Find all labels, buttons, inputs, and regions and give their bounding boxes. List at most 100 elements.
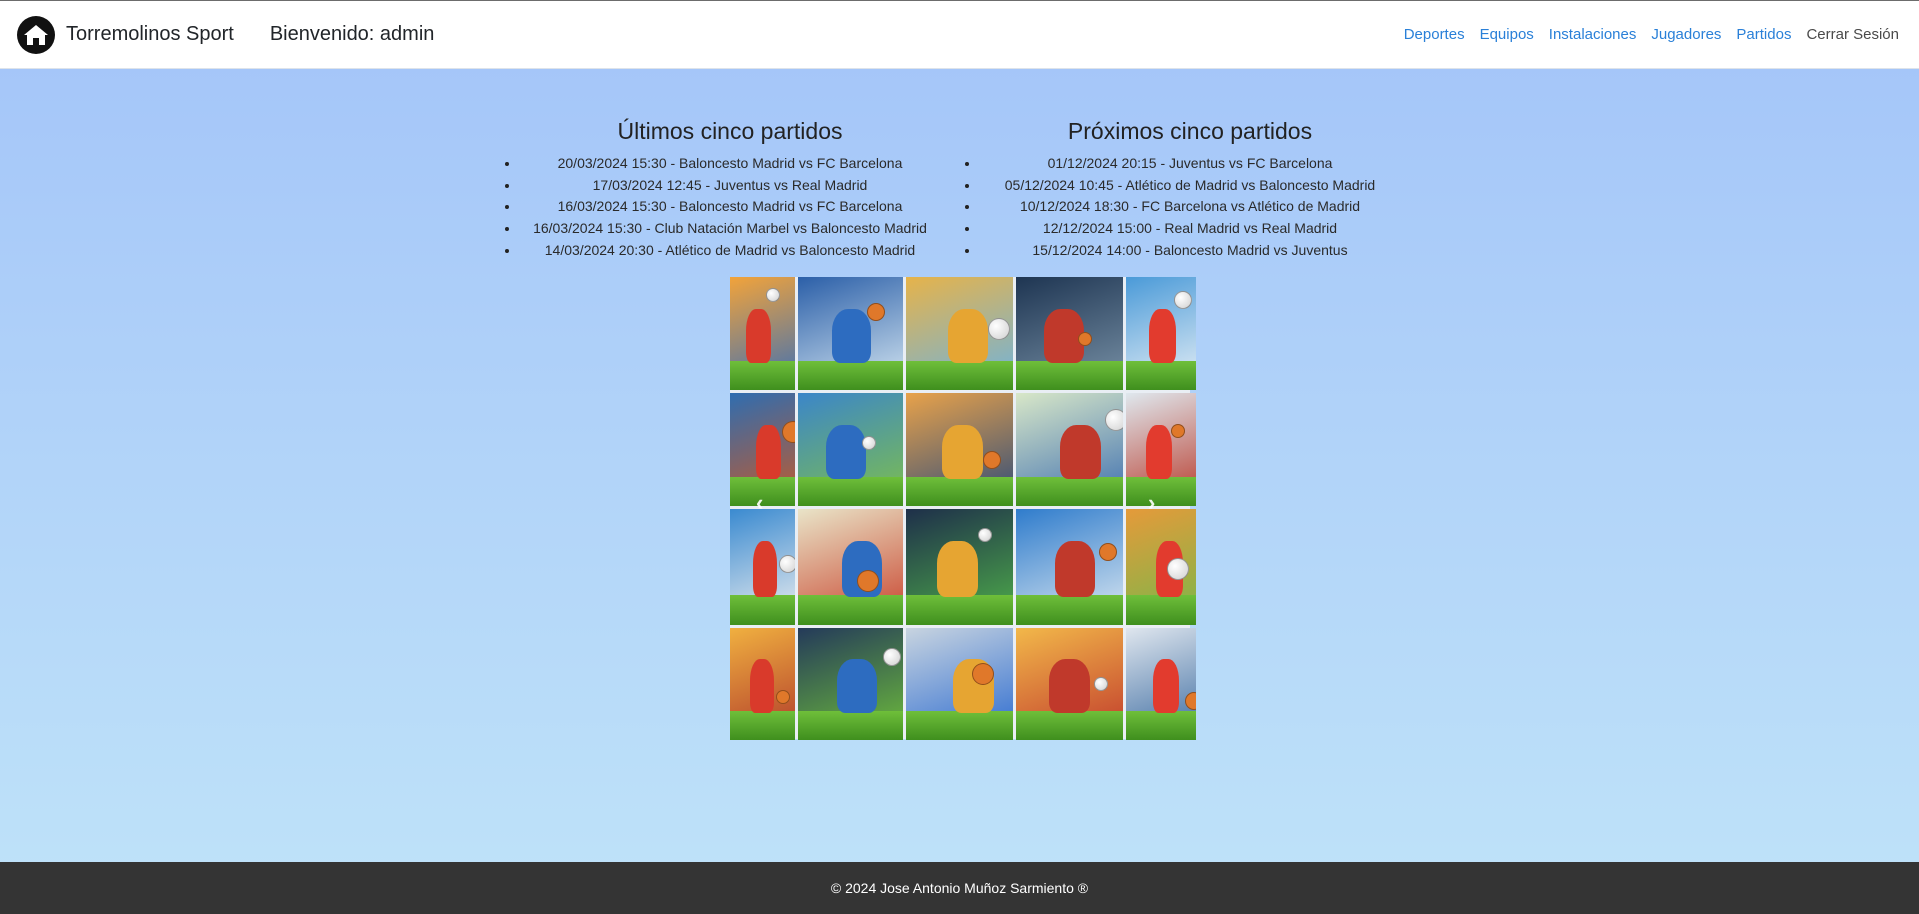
chevron-left-icon[interactable]: ‹ bbox=[756, 490, 763, 516]
ball-icon bbox=[1174, 290, 1193, 309]
carousel-tile bbox=[798, 277, 903, 390]
last-matches-list: 20/03/2024 15:30 - Baloncesto Madrid vs … bbox=[520, 153, 940, 262]
carousel-tile bbox=[1126, 628, 1196, 740]
grass-field bbox=[730, 360, 795, 390]
athlete-figure bbox=[947, 308, 989, 363]
athlete-figure bbox=[1054, 541, 1096, 598]
ball-icon bbox=[765, 288, 780, 303]
logout-link[interactable]: Cerrar Sesión bbox=[1806, 26, 1899, 43]
carousel-tile bbox=[906, 277, 1013, 390]
ball-icon bbox=[778, 555, 795, 574]
athlete-figure bbox=[826, 424, 867, 479]
carousel-tile bbox=[1126, 277, 1196, 390]
athlete-figure bbox=[752, 541, 778, 598]
grass-field bbox=[798, 360, 903, 390]
ball-icon bbox=[977, 527, 992, 542]
grass-field bbox=[1126, 710, 1196, 740]
athlete-figure bbox=[1149, 308, 1176, 363]
athlete-figure bbox=[937, 541, 978, 598]
carousel-tile bbox=[730, 509, 795, 625]
grass-field bbox=[1016, 360, 1123, 390]
grass-field bbox=[1016, 594, 1123, 625]
grass-field bbox=[730, 594, 795, 625]
list-item: 05/12/2024 10:45 - Atlético de Madrid vs… bbox=[980, 175, 1400, 197]
last-matches-title: Últimos cinco partidos bbox=[617, 118, 843, 144]
athlete-figure bbox=[746, 308, 771, 363]
carousel-tile bbox=[1126, 509, 1196, 625]
nav-deportes[interactable]: Deportes bbox=[1404, 26, 1465, 43]
chevron-right-icon[interactable]: › bbox=[1148, 490, 1155, 516]
carousel-tile bbox=[906, 393, 1013, 506]
carousel-tile bbox=[1016, 509, 1123, 625]
list-item: 01/12/2024 20:15 - Juventus vs FC Barcel… bbox=[980, 153, 1400, 175]
carousel-tile bbox=[1016, 393, 1123, 506]
grass-field bbox=[906, 476, 1013, 506]
ball-icon bbox=[782, 421, 795, 444]
grass-field bbox=[1126, 594, 1196, 625]
athlete-figure bbox=[756, 424, 781, 479]
list-item: 17/03/2024 12:45 - Juventus vs Real Madr… bbox=[520, 175, 940, 197]
carousel-tile bbox=[906, 509, 1013, 625]
next-matches-title: Próximos cinco partidos bbox=[1067, 118, 1313, 144]
top-navbar: Torremolinos Sport Bienvenido: admin Dep… bbox=[0, 0, 1919, 69]
carousel-tile bbox=[1016, 277, 1123, 390]
grass-field bbox=[1126, 360, 1196, 390]
carousel-tile bbox=[1126, 393, 1196, 506]
carousel-tile bbox=[798, 393, 903, 506]
list-item: 16/03/2024 15:30 - Club Natación Marbel … bbox=[520, 218, 940, 240]
list-item: 10/12/2024 18:30 - FC Barcelona vs Atlét… bbox=[980, 196, 1400, 218]
list-item: 16/03/2024 15:30 - Baloncesto Madrid vs … bbox=[520, 196, 940, 218]
nav-equipos[interactable]: Equipos bbox=[1480, 26, 1534, 43]
last-matches: Últimos cinco partidos 20/03/2024 15:30 … bbox=[520, 118, 940, 262]
ball-icon bbox=[862, 435, 877, 450]
athlete-figure bbox=[836, 659, 877, 714]
house-icon[interactable] bbox=[17, 15, 55, 54]
grass-field bbox=[730, 710, 795, 740]
grass-field bbox=[906, 594, 1013, 625]
carousel-tile bbox=[906, 628, 1013, 740]
carousel-tile bbox=[730, 277, 795, 390]
grass-field bbox=[798, 594, 903, 625]
grass-field bbox=[1016, 476, 1123, 506]
grass-field bbox=[1126, 476, 1196, 506]
ball-icon bbox=[1078, 332, 1093, 347]
footer-copyright: © 2024 Jose Antonio Muñoz Sarmiento ® bbox=[830, 880, 1089, 896]
welcome-message: Bienvenido: admin bbox=[269, 23, 435, 45]
nav-menu: Deportes Equipos Instalaciones Jugadores… bbox=[1389, 1, 1899, 68]
carousel-tile bbox=[798, 509, 903, 625]
brand-name[interactable]: Torremolinos Sport bbox=[66, 23, 234, 46]
ball-icon bbox=[1104, 408, 1123, 431]
carousel-tile bbox=[798, 628, 903, 740]
ball-icon bbox=[972, 662, 995, 685]
ball-icon bbox=[1170, 423, 1185, 438]
athlete-figure bbox=[749, 659, 775, 714]
ball-icon bbox=[1184, 691, 1196, 710]
grass-field bbox=[906, 360, 1013, 390]
athlete-figure bbox=[1059, 424, 1101, 479]
grass-field bbox=[798, 476, 903, 506]
athlete-figure bbox=[831, 308, 872, 363]
ball-icon bbox=[883, 648, 902, 667]
next-matches: Próximos cinco partidos 01/12/2024 20:15… bbox=[980, 118, 1400, 262]
nav-partidos[interactable]: Partidos bbox=[1736, 26, 1791, 43]
nav-jugadores[interactable]: Jugadores bbox=[1651, 26, 1721, 43]
brand[interactable]: Torremolinos Sport bbox=[17, 15, 234, 54]
nav-instalaciones[interactable]: Instalaciones bbox=[1549, 26, 1637, 43]
next-matches-list: 01/12/2024 20:15 - Juventus vs FC Barcel… bbox=[980, 153, 1400, 262]
footer: © 2024 Jose Antonio Muñoz Sarmiento ® bbox=[0, 862, 1919, 914]
carousel-tile bbox=[1016, 628, 1123, 740]
athlete-figure bbox=[942, 424, 984, 479]
athlete-figure bbox=[1145, 424, 1173, 479]
ball-icon bbox=[1094, 677, 1109, 692]
list-item: 15/12/2024 14:00 - Baloncesto Madrid vs … bbox=[980, 240, 1400, 262]
ball-icon bbox=[1099, 542, 1118, 561]
athlete-figure bbox=[1152, 659, 1180, 714]
ball-icon bbox=[983, 450, 1002, 469]
ball-icon bbox=[988, 317, 1011, 340]
carousel-tile bbox=[730, 628, 795, 740]
sports-image-carousel[interactable] bbox=[730, 277, 1196, 740]
grass-field bbox=[798, 710, 903, 740]
ball-icon bbox=[867, 302, 886, 321]
list-item: 12/12/2024 15:00 - Real Madrid vs Real M… bbox=[980, 218, 1400, 240]
list-item: 20/03/2024 15:30 - Baloncesto Madrid vs … bbox=[520, 153, 940, 175]
